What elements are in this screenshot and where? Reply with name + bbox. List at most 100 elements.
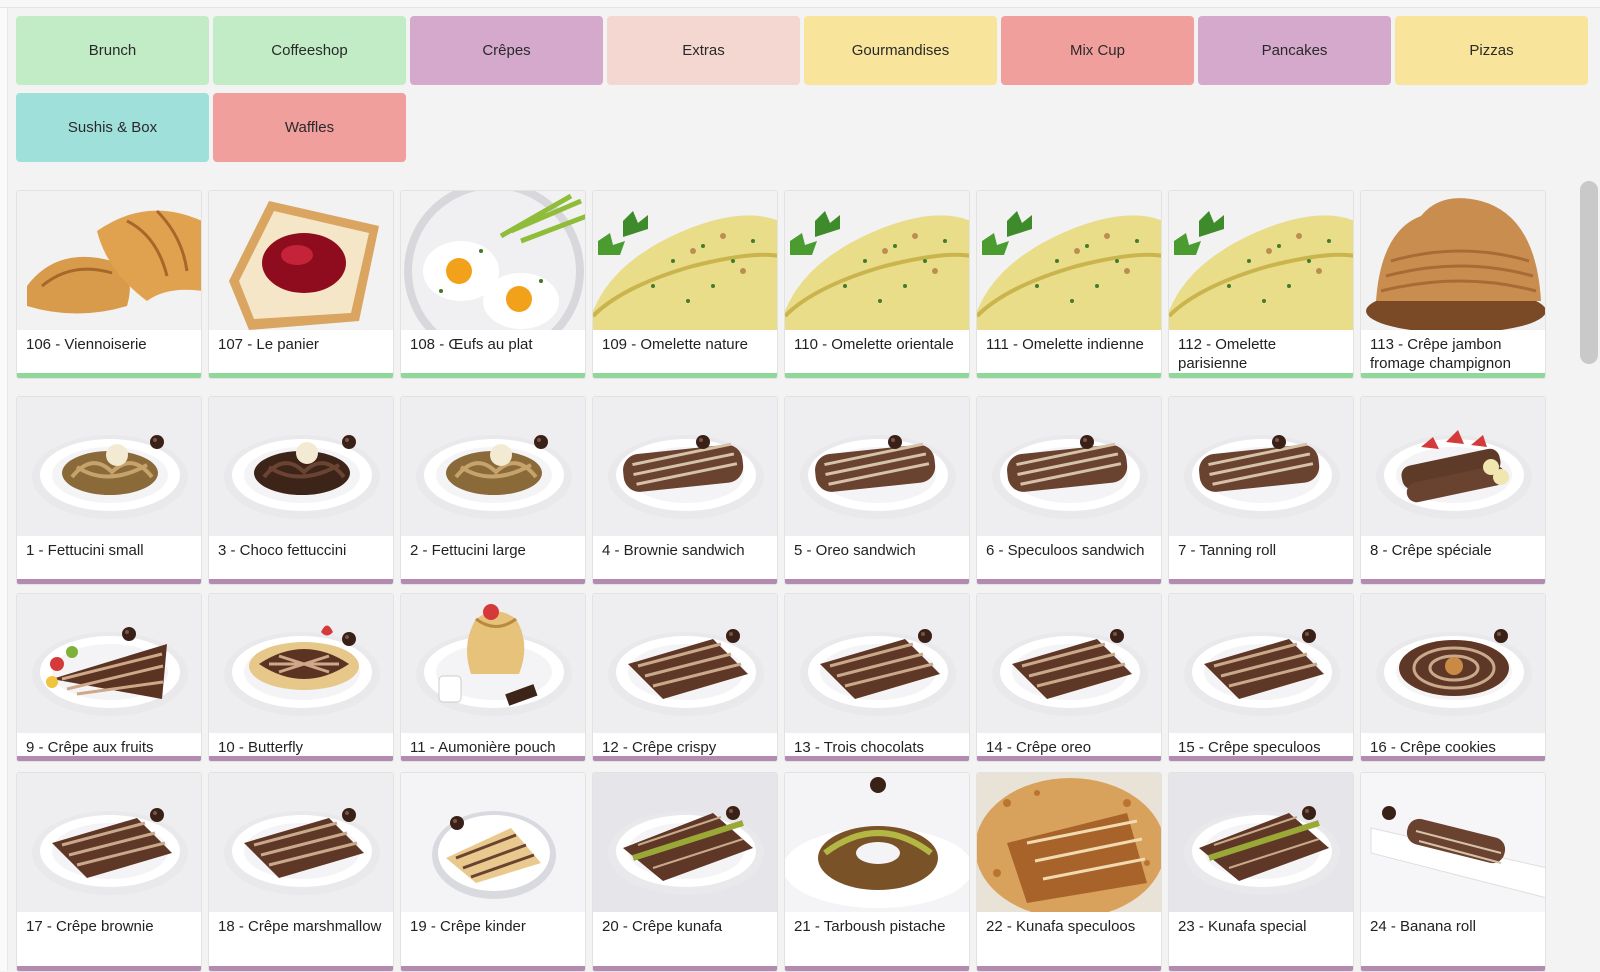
category-color-bar — [1169, 756, 1353, 761]
category-color-bar — [977, 373, 1161, 378]
product-card[interactable]: 13 - Trois chocolats — [784, 593, 970, 762]
product-card[interactable]: 1 - Fettucini small — [16, 396, 202, 585]
product-image — [209, 773, 393, 912]
product-card[interactable]: 20 - Crêpe kunafa — [592, 772, 778, 972]
product-card[interactable]: 7 - Tanning roll — [1168, 396, 1354, 585]
product-card[interactable]: 6 - Speculoos sandwich — [976, 396, 1162, 585]
product-label: 19 - Crêpe kinder — [410, 918, 526, 935]
product-image — [593, 397, 777, 536]
product-image — [401, 191, 585, 330]
category-button-coffeeshop[interactable]: Coffeeshop — [213, 16, 406, 85]
category-button-extras[interactable]: Extras — [607, 16, 800, 85]
product-image — [1361, 191, 1545, 330]
product-label: 24 - Banana roll — [1370, 918, 1476, 935]
product-image — [209, 191, 393, 330]
product-card[interactable]: 15 - Crêpe speculoos — [1168, 593, 1354, 762]
product-card[interactable]: 11 - Aumonière pouch — [400, 593, 586, 762]
product-label: 108 - Œufs au plat — [410, 336, 533, 353]
product-image — [1361, 594, 1545, 733]
vertical-scrollbar[interactable] — [1578, 180, 1600, 971]
category-color-bar — [593, 756, 777, 761]
category-color-bar — [1169, 966, 1353, 971]
product-image — [785, 773, 969, 912]
category-button-pancakes[interactable]: Pancakes — [1198, 16, 1391, 85]
product-image — [401, 594, 585, 733]
product-card[interactable]: 23 - Kunafa special — [1168, 772, 1354, 972]
product-card[interactable]: 2 - Fettucini large — [400, 396, 586, 585]
product-card[interactable]: 106 - Viennoiserie — [16, 190, 202, 379]
product-card[interactable]: 22 - Kunafa speculoos — [976, 772, 1162, 972]
product-card[interactable]: 3 - Choco fettuccini — [208, 396, 394, 585]
product-image — [209, 397, 393, 536]
category-color-bar — [17, 756, 201, 761]
product-image — [17, 191, 201, 330]
product-card[interactable]: 17 - Crêpe brownie — [16, 772, 202, 972]
product-card[interactable]: 12 - Crêpe crispy — [592, 593, 778, 762]
product-image — [1169, 594, 1353, 733]
product-image — [1361, 773, 1545, 912]
product-card[interactable]: 110 - Omelette orientale — [784, 190, 970, 379]
category-color-bar — [785, 579, 969, 584]
product-label: 2 - Fettucini large — [410, 542, 526, 559]
category-color-bar — [209, 373, 393, 378]
category-color-bar — [209, 966, 393, 971]
category-color-bar — [785, 966, 969, 971]
category-button-gourmandises[interactable]: Gourmandises — [804, 16, 997, 85]
product-image — [1169, 773, 1353, 912]
category-color-bar — [17, 966, 201, 971]
product-label: 109 - Omelette nature — [602, 336, 748, 353]
product-image — [977, 191, 1161, 330]
product-image — [401, 397, 585, 536]
product-label: 107 - Le panier — [218, 336, 319, 353]
category-color-bar — [1361, 756, 1545, 761]
product-image — [593, 191, 777, 330]
product-card[interactable]: 10 - Butterfly — [208, 593, 394, 762]
category-button-brunch[interactable]: Brunch — [16, 16, 209, 85]
category-color-bar — [1361, 373, 1545, 378]
scrollbar-thumb[interactable] — [1580, 181, 1598, 364]
product-image — [209, 594, 393, 733]
product-label: 23 - Kunafa special — [1178, 918, 1307, 935]
product-card[interactable]: 9 - Crêpe aux fruits — [16, 593, 202, 762]
product-image — [593, 773, 777, 912]
category-color-bar — [785, 756, 969, 761]
category-button-mix-cup[interactable]: Mix Cup — [1001, 16, 1194, 85]
product-image — [1169, 191, 1353, 330]
product-card[interactable]: 14 - Crêpe oreo — [976, 593, 1162, 762]
category-color-bar — [401, 966, 585, 971]
category-color-bar — [17, 579, 201, 584]
product-label: 21 - Tarboush pistache — [794, 918, 946, 935]
product-image — [977, 773, 1161, 912]
product-card[interactable]: 19 - Crêpe kinder — [400, 772, 586, 972]
product-card[interactable]: 113 - Crêpe jambon fromage champignon — [1360, 190, 1546, 379]
product-label: 6 - Speculoos sandwich — [986, 542, 1145, 559]
category-button-sushis-box[interactable]: Sushis & Box — [16, 93, 209, 162]
product-label: 18 - Crêpe marshmallow — [218, 918, 382, 935]
product-card[interactable]: 108 - Œufs au plat — [400, 190, 586, 379]
product-card[interactable]: 5 - Oreo sandwich — [784, 396, 970, 585]
product-card[interactable]: 18 - Crêpe marshmallow — [208, 772, 394, 972]
product-image — [785, 594, 969, 733]
category-button-pizzas[interactable]: Pizzas — [1395, 16, 1588, 85]
product-card[interactable]: 111 - Omelette indienne — [976, 190, 1162, 379]
product-image — [977, 397, 1161, 536]
product-card[interactable]: 21 - Tarboush pistache — [784, 772, 970, 972]
product-image — [17, 594, 201, 733]
product-card[interactable]: 107 - Le panier — [208, 190, 394, 379]
category-button-waffles[interactable]: Waffles — [213, 93, 406, 162]
category-color-bar — [401, 373, 585, 378]
product-image — [1169, 397, 1353, 536]
product-card[interactable]: 8 - Crêpe spéciale — [1360, 396, 1546, 585]
category-color-bar — [977, 966, 1161, 971]
left-edge — [0, 8, 8, 971]
product-label: 7 - Tanning roll — [1178, 542, 1277, 559]
product-card[interactable]: 16 - Crêpe cookies — [1360, 593, 1546, 762]
product-card[interactable]: 4 - Brownie sandwich — [592, 396, 778, 585]
category-color-bar — [977, 756, 1161, 761]
product-image — [785, 397, 969, 536]
product-card[interactable]: 109 - Omelette nature — [592, 190, 778, 379]
product-card[interactable]: 24 - Banana roll — [1360, 772, 1546, 972]
category-button-cr-pes[interactable]: Crêpes — [410, 16, 603, 85]
product-card[interactable]: 112 - Omelette parisienne — [1168, 190, 1354, 379]
product-label: 1 - Fettucini small — [26, 542, 144, 559]
